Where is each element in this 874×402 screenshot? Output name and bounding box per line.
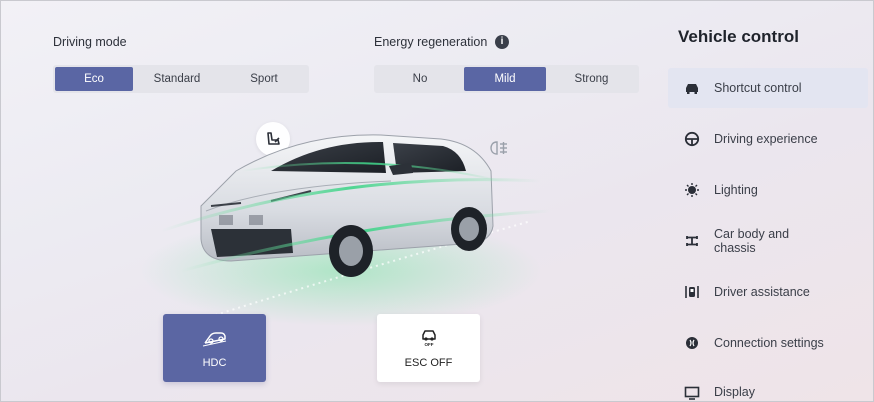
hdc-label: HDC <box>202 357 227 369</box>
sidebar-item-label: Car body and chassis <box>714 227 790 255</box>
sidebar-item-shortcut-control[interactable]: Shortcut control <box>668 68 868 108</box>
display-icon <box>684 385 700 401</box>
main-panel: Driving mode Eco Standard Sport Energy r… <box>1 1 656 401</box>
sidebar-item-label: Connection settings <box>714 336 824 350</box>
sidebar-item-connection-settings[interactable]: Connection settings <box>668 323 868 363</box>
driving-mode-eco[interactable]: Eco <box>55 67 133 91</box>
car-illustration <box>121 111 561 341</box>
vehicle-control-screen: Driving mode Eco Standard Sport Energy r… <box>0 0 874 402</box>
car-image <box>141 134 552 327</box>
light-icon <box>684 182 700 198</box>
energy-regeneration-label: Energy regeneration <box>374 35 488 49</box>
vehicle-control-sidebar: Vehicle control Shortcut control Driving… <box>656 1 873 401</box>
sidebar-item-display[interactable]: Display <box>668 374 868 401</box>
chassis-icon <box>684 233 700 249</box>
regen-no[interactable]: No <box>376 67 464 91</box>
regen-mild[interactable]: Mild <box>464 67 546 91</box>
info-icon[interactable]: i <box>495 35 509 49</box>
sidebar-item-label: Driving experience <box>714 132 818 146</box>
sidebar-item-label: Display <box>714 385 755 399</box>
driving-mode-sport[interactable]: Sport <box>221 67 307 91</box>
sidebar-item-driver-assistance[interactable]: Driver assistance <box>668 272 868 312</box>
sidebar-item-label: Lighting <box>714 183 758 197</box>
esc-off-icon: OFF <box>421 330 436 347</box>
driving-mode-label: Driving mode <box>53 35 127 49</box>
hill-descent-icon <box>202 332 226 347</box>
sidebar-item-label: Driver assistance <box>714 285 810 299</box>
steering-wheel-icon <box>684 131 700 147</box>
hdc-tile[interactable]: HDC <box>163 314 266 382</box>
driving-mode-selector: Eco Standard Sport <box>53 65 309 93</box>
esc-off-tile[interactable]: OFF ESC OFF <box>377 314 480 382</box>
sidebar-item-driving-experience[interactable]: Driving experience <box>668 119 868 159</box>
connection-icon <box>684 335 700 351</box>
regen-strong[interactable]: Strong <box>546 67 637 91</box>
driver-assist-icon <box>684 284 700 300</box>
sidebar-title: Vehicle control <box>678 27 799 46</box>
driving-mode-standard[interactable]: Standard <box>133 67 221 91</box>
sidebar-item-car-body-and-chassis[interactable]: Car body and chassis <box>668 221 868 261</box>
svg-text:OFF: OFF <box>424 342 433 347</box>
car-icon <box>684 80 700 96</box>
sidebar-item-label: Shortcut control <box>714 81 802 95</box>
sidebar-item-lighting[interactable]: Lighting <box>668 170 868 210</box>
energy-regeneration-selector: No Mild Strong <box>374 65 639 93</box>
esc-off-label: ESC OFF <box>404 357 453 369</box>
